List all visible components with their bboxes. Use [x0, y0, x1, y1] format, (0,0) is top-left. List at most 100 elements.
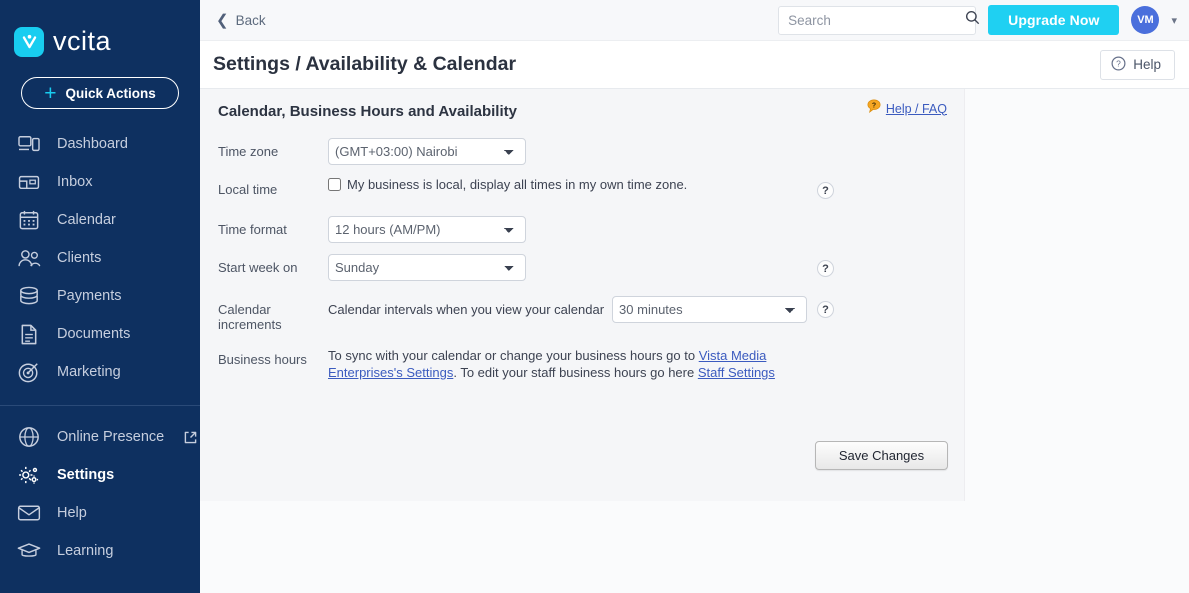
search-input[interactable]	[788, 12, 966, 28]
svg-text:?: ?	[1116, 58, 1121, 68]
back-label: Back	[235, 12, 266, 28]
sidebar-item-label: Help	[57, 505, 87, 521]
local-time-help-icon[interactable]: ?	[817, 182, 834, 199]
sidebar-item-label: Online Presence	[57, 429, 165, 445]
gear-icon	[16, 462, 42, 488]
search-icon[interactable]	[965, 10, 980, 30]
sidebar-divider	[0, 405, 200, 406]
sidebar-nav: Dashboard Inbox Calendar Clients Payment…	[0, 125, 200, 570]
envelope-icon	[16, 500, 42, 526]
sidebar-item-label: Settings	[57, 467, 115, 483]
clients-icon	[16, 245, 42, 271]
row-time-zone: Time zone (GMT+03:00) Nairobi	[218, 138, 964, 168]
sidebar-item-calendar[interactable]: Calendar	[0, 201, 200, 239]
plus-icon: +	[44, 81, 57, 105]
help-button[interactable]: ? Help	[1100, 49, 1175, 80]
help-faq[interactable]: ? Help / FAQ	[867, 99, 947, 118]
business-hours-label: Business hours	[218, 352, 307, 367]
time-zone-select[interactable]: (GMT+03:00) Nairobi	[328, 138, 526, 165]
sidebar-item-label: Calendar	[57, 212, 116, 228]
quick-actions-label: Quick Actions	[65, 85, 156, 101]
calendar-increments-label: Calendar increments	[218, 302, 282, 332]
card-header: Calendar, Business Hours and Availabilit…	[200, 99, 964, 120]
sidebar-item-marketing[interactable]: Marketing	[0, 353, 200, 391]
title-bar: Settings / Availability & Calendar ? Hel…	[200, 41, 1189, 89]
sidebar-item-help[interactable]: Help	[0, 494, 200, 532]
graduation-cap-icon	[16, 538, 42, 564]
inbox-icon	[16, 169, 42, 195]
row-time-format: Time format 12 hours (AM/PM)	[218, 216, 964, 246]
sidebar-item-online-presence[interactable]: Online Presence	[0, 418, 200, 456]
time-format-label: Time format	[218, 222, 287, 237]
documents-icon	[16, 321, 42, 347]
top-bar-right: Upgrade Now VM ▾	[778, 5, 1177, 35]
local-time-checkbox-label: My business is local, display all times …	[347, 177, 688, 192]
content-area: Calendar, Business Hours and Availabilit…	[200, 89, 1189, 593]
brand-logo[interactable]: vcita	[0, 0, 200, 57]
staff-settings-link[interactable]: Staff Settings	[698, 365, 775, 380]
top-bar: ❮ Back Upgrade Now VM ▾	[200, 0, 1189, 41]
row-local-time: Local time My business is local, display…	[218, 176, 964, 206]
sidebar-item-label: Inbox	[57, 174, 93, 190]
business-hours-text-part1: To sync with your calendar or change you…	[328, 348, 699, 363]
sidebar-item-learning[interactable]: Learning	[0, 532, 200, 570]
calendar-increments-select[interactable]: 30 minutes	[612, 296, 808, 323]
main-area: ❮ Back Upgrade Now VM ▾ Settings / Avail…	[200, 0, 1189, 593]
sidebar: vcita + Quick Actions Dashboard Inbox Ca…	[0, 0, 200, 593]
calendar-increments-help-icon[interactable]: ?	[817, 301, 834, 318]
back-button[interactable]: ❮ Back	[216, 11, 266, 29]
payments-icon	[16, 283, 42, 309]
sidebar-item-label: Learning	[57, 543, 114, 559]
svg-text:?: ?	[872, 102, 876, 109]
row-start-week-on: Start week on Sunday ?	[218, 254, 964, 284]
search-box[interactable]	[778, 5, 980, 35]
globe-icon	[16, 424, 42, 450]
row-calendar-increments: Calendar increments Calendar intervals w…	[218, 296, 964, 332]
sidebar-item-label: Payments	[57, 288, 122, 304]
dashboard-icon	[16, 131, 42, 157]
vcita-logo-icon	[14, 26, 44, 57]
sidebar-item-label: Clients	[57, 250, 102, 266]
time-format-select[interactable]: 12 hours (AM/PM)	[328, 216, 526, 243]
chevron-left-icon: ❮	[216, 12, 229, 29]
calendar-increments-description: Calendar intervals when you view your ca…	[328, 302, 605, 317]
help-button-label: Help	[1133, 57, 1161, 72]
orange-question-bubble-icon: ?	[867, 99, 881, 118]
brand-name: vcita	[53, 26, 112, 56]
start-week-on-label: Start week on	[218, 260, 298, 275]
business-hours-text: To sync with your calendar or change you…	[328, 346, 818, 381]
quick-actions-button[interactable]: + Quick Actions	[21, 77, 179, 109]
question-circle-icon: ?	[1111, 56, 1126, 74]
avatar[interactable]: VM	[1131, 6, 1160, 34]
chevron-down-icon[interactable]: ▾	[1171, 14, 1177, 27]
start-week-on-help-icon[interactable]: ?	[817, 260, 834, 277]
save-area: Save Changes	[200, 441, 965, 470]
sidebar-item-documents[interactable]: Documents	[0, 315, 200, 353]
sidebar-item-label: Dashboard	[57, 136, 128, 152]
calendar-icon	[16, 207, 42, 233]
app-root: vcita + Quick Actions Dashboard Inbox Ca…	[0, 0, 1189, 593]
time-zone-label: Time zone	[218, 144, 279, 159]
upgrade-now-button[interactable]: Upgrade Now	[988, 5, 1120, 35]
row-business-hours: Business hours To sync with your calenda…	[218, 346, 964, 381]
sidebar-item-inbox[interactable]: Inbox	[0, 163, 200, 201]
save-changes-button[interactable]: Save Changes	[815, 441, 948, 470]
page-title: Settings / Availability & Calendar	[213, 53, 517, 75]
local-time-checkbox[interactable]	[328, 178, 341, 191]
settings-form: Time zone (GMT+03:00) Nairobi Local time	[200, 120, 964, 381]
sidebar-item-payments[interactable]: Payments	[0, 277, 200, 315]
local-time-checkbox-wrap[interactable]: My business is local, display all times …	[328, 176, 687, 192]
sidebar-item-clients[interactable]: Clients	[0, 239, 200, 277]
card-title: Calendar, Business Hours and Availabilit…	[218, 103, 517, 120]
marketing-icon	[16, 359, 42, 385]
sidebar-item-settings[interactable]: Settings	[0, 456, 200, 494]
help-faq-link[interactable]: Help / FAQ	[886, 102, 947, 116]
sidebar-item-label: Documents	[57, 326, 131, 342]
settings-card: Calendar, Business Hours and Availabilit…	[200, 89, 965, 501]
external-link-icon	[184, 431, 197, 444]
sidebar-item-dashboard[interactable]: Dashboard	[0, 125, 200, 163]
business-hours-text-part2: . To edit your staff business hours go h…	[453, 365, 698, 380]
local-time-label: Local time	[218, 182, 278, 197]
sidebar-item-label: Marketing	[57, 364, 121, 380]
start-week-on-select[interactable]: Sunday	[328, 254, 526, 281]
